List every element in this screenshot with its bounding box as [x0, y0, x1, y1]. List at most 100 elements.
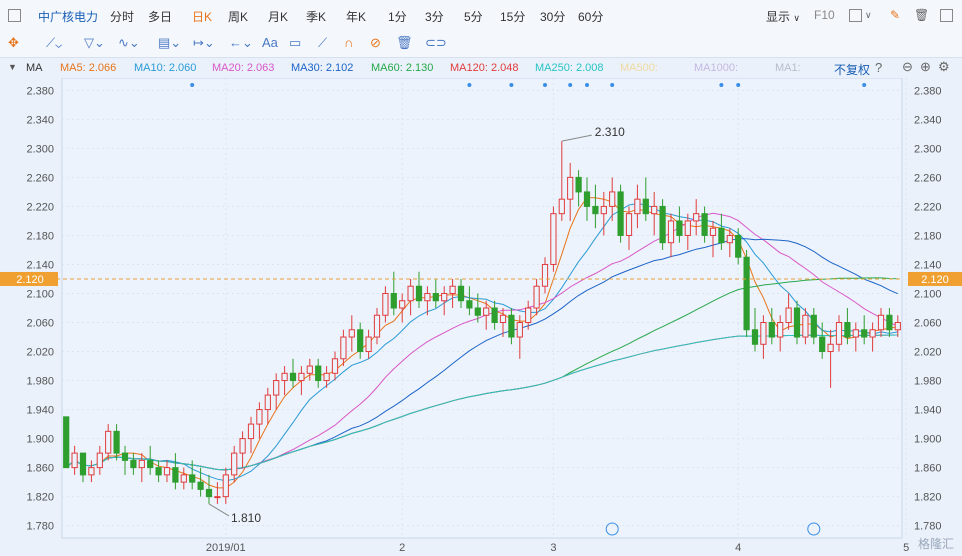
y-tick-label-left: 1.780	[26, 521, 54, 533]
candle-body	[449, 285, 456, 294]
tab-period-3min[interactable]: 3分	[425, 8, 444, 25]
candle-body	[886, 314, 893, 331]
candle-body	[861, 329, 868, 338]
kline-chart[interactable]: 2.380 2.380 2.340 2.340 2.300 2.300 2.260 2.260…	[0, 78, 962, 556]
ma1-value: MA1:	[775, 62, 801, 74]
x-tick-label: 2019/01	[206, 542, 246, 554]
y-tick-label-left: 1.860	[26, 463, 54, 475]
hide-drawings-icon[interactable]: ⊘	[370, 35, 381, 51]
magnet-icon[interactable]: ∩	[344, 35, 353, 50]
tab-period-5min[interactable]: 5分	[464, 8, 483, 25]
ruler-icon[interactable]: ⟋	[318, 35, 327, 51]
drawing-toolbar: ✥ ⟋⌄ ▽⌄ ∿⌄ ▤⌄ ↦⌄ ←⌄ Aa ▭ ⟋ ∩ ⊘ 🗑 ⊂⊃	[0, 31, 962, 58]
tab-period-year[interactable]: 年K	[346, 8, 366, 25]
candle-body	[592, 205, 599, 215]
event-marker	[862, 83, 867, 87]
period-bar: 中广核电力 分时 多日 日K 周K 月K 季K 年K 1分 3分 5分 15分 …	[0, 0, 962, 32]
candle-body	[751, 329, 759, 345]
tab-period-60min[interactable]: 60分	[578, 8, 603, 25]
candle-body	[533, 285, 540, 309]
chevron-down-icon: ∨	[793, 13, 800, 23]
pencil-icon[interactable]: ✎	[890, 8, 900, 22]
panel-toggle-icon[interactable]	[8, 9, 21, 22]
link-icon[interactable]: ⊂⊃	[425, 35, 447, 51]
fibonacci-tool-icon[interactable]: ▤⌄	[158, 35, 181, 51]
x-tick-label: 5	[903, 542, 909, 554]
candle-body	[273, 380, 280, 396]
candle-body	[634, 198, 641, 215]
candle-body	[651, 205, 658, 215]
checkbox-icon[interactable]	[849, 9, 862, 22]
candle-body	[390, 292, 397, 309]
y-tick-label-left: 2.060	[26, 318, 54, 330]
chevron-down-icon[interactable]: ∨	[865, 10, 872, 21]
stock-name[interactable]: 中广核电力	[38, 8, 98, 25]
candle-body	[457, 285, 465, 302]
candle-body	[508, 314, 515, 338]
zoom-in-icon[interactable]: ⊕	[920, 59, 931, 75]
ma60-value: MA60: 2.130	[371, 62, 434, 74]
y-tick-label-left: 2.220	[26, 201, 54, 213]
candle-body	[172, 467, 179, 483]
tab-period-multiday[interactable]: 多日	[148, 8, 172, 25]
ma20-value: MA20: 2.063	[212, 62, 275, 74]
delete-icon[interactable]: 🗑	[914, 8, 929, 22]
candle-body	[802, 314, 809, 338]
candle-body	[642, 198, 649, 215]
candle-body	[407, 285, 414, 302]
channel-tool-icon[interactable]: ▽⌄	[84, 35, 105, 51]
candle-body	[877, 314, 885, 331]
candle-body	[340, 336, 347, 360]
candle-body	[558, 198, 565, 215]
zoom-out-icon[interactable]: ⊖	[902, 59, 913, 75]
candle-body	[281, 372, 288, 382]
candle-body	[659, 205, 666, 244]
comment-tool-icon[interactable]: ▭	[289, 35, 301, 51]
tab-period-week[interactable]: 周K	[228, 8, 248, 25]
arrow-tool-icon[interactable]: ←⌄	[229, 35, 253, 51]
ma10-value: MA10: 2.060	[134, 62, 197, 74]
wave-tool-icon[interactable]: ∿⌄	[118, 35, 140, 51]
tab-period-15min[interactable]: 15分	[500, 8, 525, 25]
candle-body	[96, 452, 103, 469]
ma-label[interactable]: MA	[26, 62, 43, 74]
text-tool-icon[interactable]: Aa	[262, 35, 278, 50]
candle-body	[760, 322, 767, 345]
y-tick-label-right: 2.380	[914, 85, 942, 97]
adjust-mode-button[interactable]: 不复权	[834, 61, 870, 78]
candle-body	[264, 394, 271, 411]
candle-body	[256, 409, 263, 425]
line-tool-icon[interactable]: ⟋⌄	[46, 35, 62, 51]
tab-period-intraday[interactable]: 分时	[110, 8, 134, 25]
tab-period-30min[interactable]: 30分	[540, 8, 565, 25]
y-tick-label-left: 2.380	[26, 85, 54, 97]
crosshair-move-icon[interactable]: ✥	[8, 35, 19, 51]
event-marker	[719, 83, 724, 87]
tab-period-quarter[interactable]: 季K	[306, 8, 326, 25]
help-icon[interactable]: ?	[875, 60, 882, 75]
trash-icon[interactable]: 🗑	[396, 35, 413, 51]
y-tick-label-left: 2.300	[26, 143, 54, 155]
tab-period-1min[interactable]: 1分	[388, 8, 407, 25]
y-tick-label-right: 1.780	[914, 521, 942, 533]
candle-body	[777, 322, 784, 338]
f10-button[interactable]: F10	[814, 8, 835, 22]
candle-body	[88, 467, 95, 476]
collapse-icon[interactable]: ▼	[8, 62, 17, 72]
y-tick-label-right: 2.100	[914, 288, 942, 300]
maximize-icon[interactable]	[940, 9, 953, 22]
y-tick-label-left: 2.340	[26, 114, 54, 126]
range-tool-icon[interactable]: ↦⌄	[193, 35, 215, 51]
display-menu[interactable]: 显示 ∨	[766, 8, 800, 25]
x-tick-label: 2	[399, 542, 405, 554]
settings-icon[interactable]: ⚙	[938, 59, 950, 75]
candle-body	[373, 314, 381, 338]
tab-period-month[interactable]: 月K	[268, 8, 288, 25]
y-tick-label-right: 2.140	[914, 259, 942, 271]
candle-body	[63, 416, 70, 469]
candle-body	[415, 285, 423, 302]
candle-body	[231, 452, 238, 476]
tab-period-day[interactable]: 日K	[192, 8, 212, 25]
candle-body	[357, 329, 364, 353]
candle-body	[735, 234, 742, 258]
